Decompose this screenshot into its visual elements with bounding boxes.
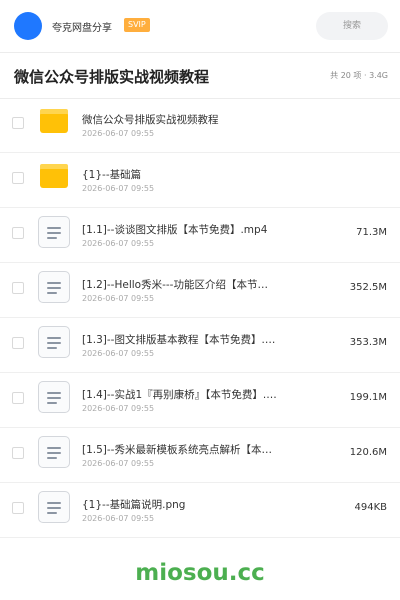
item-name: [1.5]--秀米最新模板系统亮点解析【本节免费】… xyxy=(82,444,282,456)
folder-row[interactable]: {1}--基础篇 2026-06-07 09:55 xyxy=(0,153,400,208)
item-size: 120.6M xyxy=(349,447,387,458)
item-size: 71.3M xyxy=(356,227,387,238)
folder-icon xyxy=(40,109,68,133)
avatar[interactable] xyxy=(14,12,42,40)
document-icon xyxy=(38,326,70,358)
svip-badge: SVIP xyxy=(124,18,150,32)
row-checkbox[interactable] xyxy=(12,117,24,129)
item-date: 2026-06-07 09:55 xyxy=(82,349,155,358)
item-date: 2026-06-07 09:55 xyxy=(82,514,155,523)
file-row[interactable]: [1.1]--谈谈图文排版【本节免费】.mp4 2026-06-07 09:55 7… xyxy=(0,208,400,263)
user-name: 夸克网盘分享 xyxy=(52,23,112,34)
item-size: 353.3M xyxy=(349,337,387,348)
item-name: {1}--基础篇说明.png xyxy=(82,499,186,511)
item-name: [1.3]--图文排版基本教程【本节免费】.mp4 xyxy=(82,334,282,346)
item-name: {1}--基础篇 xyxy=(82,169,142,181)
item-date: 2026-06-07 09:55 xyxy=(82,459,155,468)
file-row[interactable]: [1.4]--实战1『再别康桥』【本节免费】.mp4 2026-06-07 09:… xyxy=(0,373,400,428)
top-bar: 夸克网盘分享 SVIP 搜索 xyxy=(0,0,400,53)
search-button[interactable]: 搜索 xyxy=(316,12,388,40)
page-title: 微信公众号排版实战视频教程 xyxy=(14,68,210,86)
file-row[interactable]: [1.5]--秀米最新模板系统亮点解析【本节免费】… 2026-06-07 09:… xyxy=(0,428,400,483)
document-icon xyxy=(38,436,70,468)
row-checkbox[interactable] xyxy=(12,172,24,184)
watermark: miosou.cc xyxy=(135,560,265,586)
document-icon xyxy=(38,491,70,523)
document-icon xyxy=(38,271,70,303)
item-date: 2026-06-07 09:55 xyxy=(82,184,155,193)
row-checkbox[interactable] xyxy=(12,447,24,459)
row-checkbox[interactable] xyxy=(12,392,24,404)
folder-meta: 共 20 项 · 3.4G xyxy=(330,71,388,80)
item-size: 494KB xyxy=(354,502,387,513)
item-date: 2026-06-07 09:55 xyxy=(82,404,155,413)
item-date: 2026-06-07 09:55 xyxy=(82,129,155,138)
document-icon xyxy=(38,216,70,248)
file-row[interactable]: [1.3]--图文排版基本教程【本节免费】.mp4 2026-06-07 09:5… xyxy=(0,318,400,373)
item-name: [1.4]--实战1『再别康桥』【本节免费】.mp4 xyxy=(82,389,282,401)
title-bar: 微信公众号排版实战视频教程 共 20 项 · 3.4G xyxy=(0,53,400,99)
file-list: 微信公众号排版实战视频教程 2026-06-07 09:55 {1}--基础篇 202… xyxy=(0,98,400,538)
row-checkbox[interactable] xyxy=(12,502,24,514)
item-date: 2026-06-07 09:55 xyxy=(82,294,155,303)
item-name: [1.1]--谈谈图文排版【本节免费】.mp4 xyxy=(82,224,268,236)
row-checkbox[interactable] xyxy=(12,282,24,294)
item-name: 微信公众号排版实战视频教程 xyxy=(82,114,219,126)
item-name: [1.2]--Hello秀米---功能区介绍【本节… xyxy=(82,279,268,291)
file-row[interactable]: [1.2]--Hello秀米---功能区介绍【本节… 2026-06-07 09:… xyxy=(0,263,400,318)
row-checkbox[interactable] xyxy=(12,227,24,239)
document-icon xyxy=(38,381,70,413)
folder-row[interactable]: 微信公众号排版实战视频教程 2026-06-07 09:55 xyxy=(0,98,400,153)
folder-icon xyxy=(40,164,68,188)
row-checkbox[interactable] xyxy=(12,337,24,349)
item-date: 2026-06-07 09:55 xyxy=(82,239,155,248)
item-size: 352.5M xyxy=(349,282,387,293)
file-row[interactable]: {1}--基础篇说明.png 2026-06-07 09:55 494KB xyxy=(0,483,400,538)
item-size: 199.1M xyxy=(349,392,387,403)
